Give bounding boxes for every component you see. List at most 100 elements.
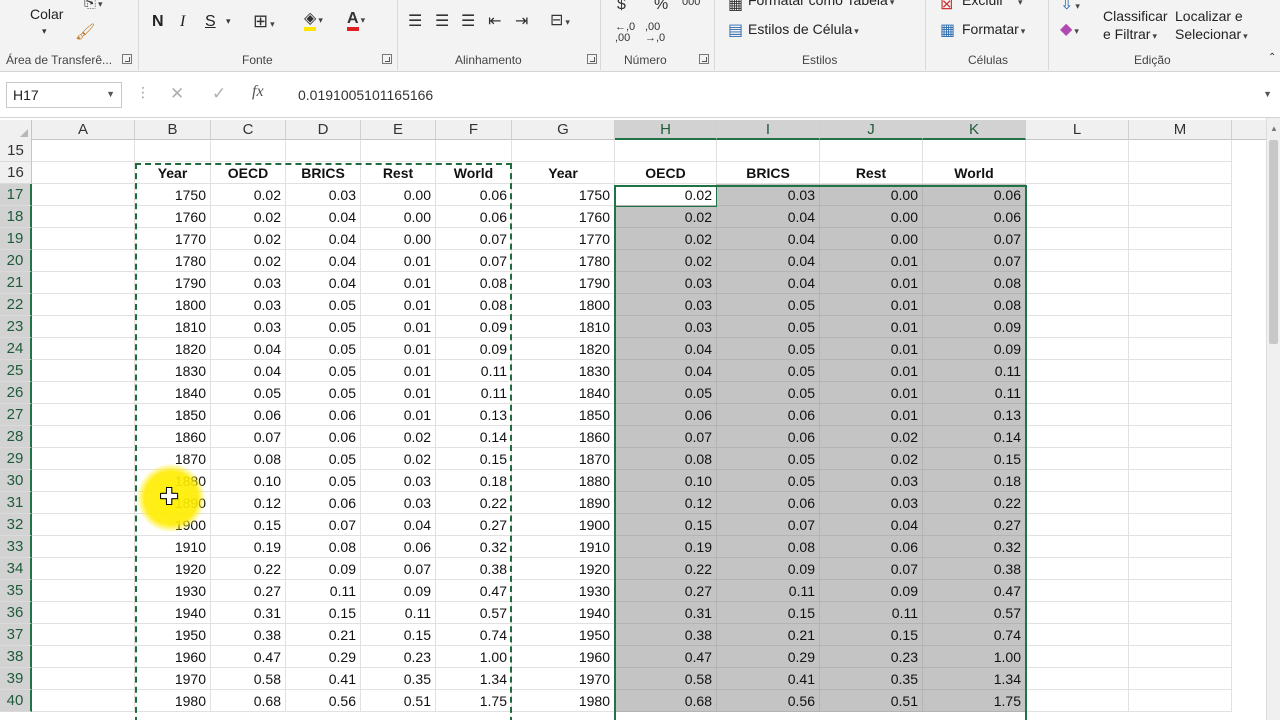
- header-cell[interactable]: OECD: [211, 162, 286, 184]
- data-cell[interactable]: 1900: [512, 514, 615, 536]
- selected-cell[interactable]: 0.08: [923, 272, 1026, 294]
- delete-cells-icon[interactable]: ⊠: [940, 0, 953, 14]
- cell[interactable]: [1129, 690, 1232, 712]
- cell[interactable]: [32, 316, 135, 338]
- data-cell[interactable]: 0.05: [286, 316, 361, 338]
- column-header-m[interactable]: M: [1129, 120, 1232, 140]
- data-cell[interactable]: 0.47: [436, 580, 512, 602]
- selected-cell[interactable]: 0.19: [615, 536, 717, 558]
- selected-cell[interactable]: 0.06: [615, 404, 717, 426]
- data-cell[interactable]: 1790: [512, 272, 615, 294]
- column-header-k[interactable]: K: [923, 120, 1026, 140]
- scrollbar-thumb[interactable]: [1269, 140, 1278, 344]
- data-cell[interactable]: 1.75: [436, 690, 512, 712]
- selected-cell[interactable]: 0.15: [820, 624, 923, 646]
- expand-formula-bar-icon[interactable]: ▼: [1263, 89, 1272, 99]
- data-cell[interactable]: 1790: [135, 272, 211, 294]
- data-cell[interactable]: 1800: [135, 294, 211, 316]
- data-cell[interactable]: 1880: [135, 470, 211, 492]
- data-cell[interactable]: 0.56: [286, 690, 361, 712]
- selected-cell[interactable]: 0.15: [717, 602, 820, 624]
- row-header[interactable]: 17: [0, 184, 32, 206]
- cell[interactable]: [32, 646, 135, 668]
- data-cell[interactable]: 1820: [512, 338, 615, 360]
- selected-cell[interactable]: 0.02: [820, 426, 923, 448]
- row-header[interactable]: 18: [0, 206, 32, 228]
- data-cell[interactable]: 0.05: [286, 382, 361, 404]
- cell[interactable]: [1026, 426, 1129, 448]
- cell[interactable]: [1026, 646, 1129, 668]
- formula-input[interactable]: 0.0191005101165166: [298, 87, 433, 103]
- selected-cell[interactable]: 0.03: [717, 184, 820, 206]
- align-center-icon[interactable]: ☰: [435, 11, 449, 31]
- cell[interactable]: [1129, 228, 1232, 250]
- data-cell[interactable]: 0.41: [286, 668, 361, 690]
- selected-cell[interactable]: 0.01: [820, 338, 923, 360]
- data-cell[interactable]: 0.01: [361, 360, 436, 382]
- selected-cell[interactable]: 0.27: [615, 580, 717, 602]
- data-cell[interactable]: 0.38: [211, 624, 286, 646]
- data-cell[interactable]: 0.03: [211, 294, 286, 316]
- selected-cell[interactable]: 0.03: [820, 470, 923, 492]
- cell[interactable]: [1129, 294, 1232, 316]
- data-cell[interactable]: 0.03: [211, 316, 286, 338]
- cell[interactable]: [1026, 162, 1129, 184]
- data-cell[interactable]: 0.08: [436, 294, 512, 316]
- selected-cell[interactable]: 0.04: [615, 360, 717, 382]
- cell[interactable]: [32, 426, 135, 448]
- cell[interactable]: [32, 558, 135, 580]
- header-cell[interactable]: Year: [135, 162, 211, 184]
- data-cell[interactable]: 0.04: [286, 250, 361, 272]
- cell[interactable]: [1026, 338, 1129, 360]
- selected-cell[interactable]: 0.15: [615, 514, 717, 536]
- selected-cell[interactable]: 0.04: [615, 338, 717, 360]
- row-header[interactable]: 19: [0, 228, 32, 250]
- bold-button[interactable]: N: [152, 13, 164, 31]
- selected-cell[interactable]: 0.21: [717, 624, 820, 646]
- cell[interactable]: [32, 294, 135, 316]
- cell[interactable]: [1129, 250, 1232, 272]
- increase-indent-icon[interactable]: ⇥: [515, 11, 528, 31]
- selected-cell[interactable]: 0.01: [820, 294, 923, 316]
- cell[interactable]: [361, 140, 436, 162]
- selected-cell[interactable]: 0.07: [820, 558, 923, 580]
- align-left-icon[interactable]: ☰: [408, 11, 422, 31]
- selected-cell[interactable]: 0.06: [923, 206, 1026, 228]
- data-cell[interactable]: 0.22: [211, 558, 286, 580]
- data-cell[interactable]: 1.34: [436, 668, 512, 690]
- data-cell[interactable]: 0.08: [286, 536, 361, 558]
- cell[interactable]: [32, 470, 135, 492]
- cell[interactable]: [1129, 360, 1232, 382]
- data-cell[interactable]: 0.21: [286, 624, 361, 646]
- header-cell[interactable]: BRICS: [717, 162, 820, 184]
- row-header[interactable]: 39: [0, 668, 32, 690]
- data-cell[interactable]: 1900: [135, 514, 211, 536]
- cell[interactable]: [1026, 668, 1129, 690]
- cancel-icon[interactable]: ✕: [170, 84, 184, 104]
- selected-cell[interactable]: 1.34: [923, 668, 1026, 690]
- clear-icon[interactable]: ◆ ▾: [1060, 19, 1079, 39]
- data-cell[interactable]: 0.15: [436, 448, 512, 470]
- cell[interactable]: [1129, 602, 1232, 624]
- data-cell[interactable]: 0.47: [211, 646, 286, 668]
- cell[interactable]: [211, 140, 286, 162]
- cell[interactable]: [1129, 514, 1232, 536]
- data-cell[interactable]: 0.05: [286, 448, 361, 470]
- selected-cell[interactable]: 0.09: [923, 338, 1026, 360]
- cell[interactable]: [32, 206, 135, 228]
- data-cell[interactable]: 0.03: [361, 470, 436, 492]
- data-cell[interactable]: 0.32: [436, 536, 512, 558]
- selected-cell[interactable]: 0.06: [923, 184, 1026, 206]
- data-cell[interactable]: 0.08: [436, 272, 512, 294]
- cell[interactable]: [32, 536, 135, 558]
- selected-cell[interactable]: 0.23: [820, 646, 923, 668]
- selected-cell[interactable]: 0.09: [923, 316, 1026, 338]
- borders-icon[interactable]: ⊞ ▾: [253, 11, 275, 32]
- selected-cell[interactable]: 0.04: [717, 206, 820, 228]
- data-cell[interactable]: 0.27: [211, 580, 286, 602]
- cell[interactable]: [1026, 558, 1129, 580]
- row-header[interactable]: 21: [0, 272, 32, 294]
- increase-decimal-icon[interactable]: ←,0,00: [615, 22, 635, 44]
- data-cell[interactable]: 0.06: [436, 206, 512, 228]
- data-cell[interactable]: 0.03: [286, 184, 361, 206]
